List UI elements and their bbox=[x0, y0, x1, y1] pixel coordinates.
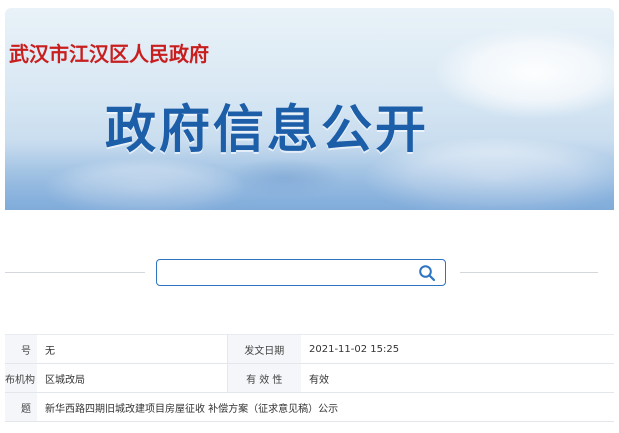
info-value-validity: 有效 bbox=[301, 363, 614, 393]
table-row: 题 新华西路四期旧城改建项目房屋征收 补偿方案（征求意见稿）公示 bbox=[5, 392, 614, 422]
document-info-table: 号 无 发文日期 2021-11-02 15:25 布机构 区城改局 有 效 性… bbox=[5, 334, 614, 422]
search-divider-left bbox=[5, 272, 145, 273]
info-label-validity: 有 效 性 bbox=[227, 363, 301, 393]
header-banner: 武汉市江汉区人民政府 政府信息公开 bbox=[5, 8, 614, 210]
table-row: 布机构 区城改局 有 效 性 有效 bbox=[5, 363, 614, 393]
banner-title: 政府信息公开 bbox=[105, 101, 430, 160]
banner-cloud bbox=[435, 28, 614, 118]
search-input[interactable] bbox=[163, 262, 407, 284]
info-label-title: 题 bbox=[5, 392, 37, 422]
info-value-date: 2021-11-02 15:25 bbox=[301, 334, 614, 364]
info-label-doc-number: 号 bbox=[5, 334, 37, 364]
search-box[interactable] bbox=[156, 259, 446, 286]
info-label-publisher: 布机构 bbox=[5, 363, 37, 393]
info-value-publisher: 区城改局 bbox=[37, 363, 228, 393]
info-value-doc-number: 无 bbox=[37, 334, 228, 364]
table-row: 号 无 发文日期 2021-11-02 15:25 bbox=[5, 334, 614, 364]
search-icon[interactable] bbox=[418, 264, 436, 282]
government-name: 武汉市江汉区人民政府 bbox=[9, 42, 209, 66]
info-value-title: 新华西路四期旧城改建项目房屋征收 补偿方案（征求意见稿）公示 bbox=[37, 392, 614, 422]
search-divider-right bbox=[460, 272, 598, 273]
info-label-date: 发文日期 bbox=[227, 334, 301, 364]
